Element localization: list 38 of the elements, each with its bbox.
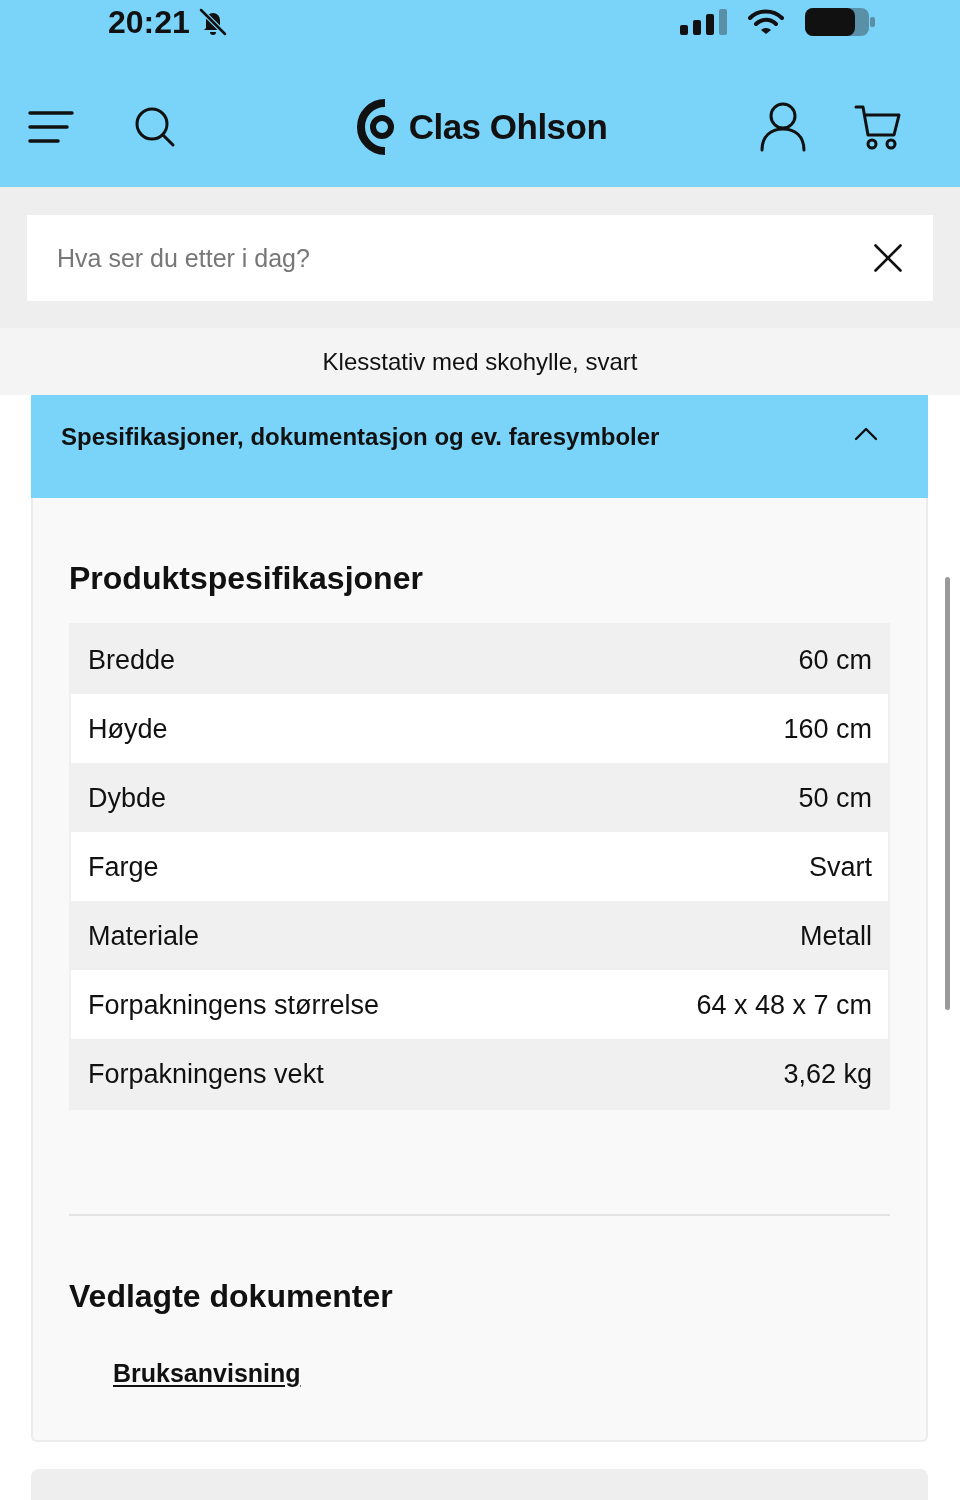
status-time: 20:21 <box>108 3 190 41</box>
cart-icon <box>854 104 902 150</box>
menu-icon <box>28 110 74 144</box>
menu-button[interactable] <box>28 110 74 144</box>
spec-value: 3,62 kg <box>783 1057 872 1090</box>
cart-button[interactable] <box>854 104 902 150</box>
muted-bell-icon <box>197 7 228 37</box>
product-title: Klesstativ med skohylle, svart <box>322 346 638 377</box>
battery-icon <box>804 7 876 37</box>
close-icon <box>874 244 902 272</box>
section-heading: Produktspesifikasjoner <box>69 559 424 598</box>
wifi-icon <box>748 9 784 35</box>
scrollbar-thumb[interactable] <box>945 577 950 1010</box>
spec-value: 60 cm <box>798 643 872 676</box>
spec-value: Metall <box>799 919 872 952</box>
spec-label: Forpakningens størrelse <box>88 988 380 1021</box>
clear-button[interactable] <box>843 215 933 301</box>
spec-value: Svart <box>808 850 872 883</box>
signal-icon <box>680 9 728 35</box>
section-heading: Vedlagte dokumenter <box>69 1277 394 1316</box>
chevron-icon <box>854 427 878 441</box>
spec-label: Materiale <box>88 919 200 952</box>
spec-value: 160 cm <box>783 712 872 745</box>
account-button[interactable] <box>760 102 806 152</box>
spec-label: Dybde <box>88 781 167 814</box>
spec-label: Bredde <box>88 643 176 676</box>
spec-label: Høyde <box>88 712 168 745</box>
search-button[interactable] <box>134 106 176 148</box>
document-link[interactable]: Bruksanvisning <box>113 1358 301 1388</box>
accordion-header[interactable]: Spesifikasjoner, dokumentasjon og ev. faresymboler <box>31 395 928 498</box>
spec-value: 64 x 48 x 7 cm <box>696 988 872 1021</box>
spec-value: 50 cm <box>798 781 872 814</box>
spec-label: Farge <box>88 850 159 883</box>
search-field[interactable]: Hva ser du etter i dag? <box>27 215 843 301</box>
user-icon <box>760 102 806 152</box>
search-icon <box>134 106 176 148</box>
logo-link[interactable]: Clas Ohlson <box>352 98 608 156</box>
spec-label: Forpakningens vekt <box>88 1057 324 1090</box>
